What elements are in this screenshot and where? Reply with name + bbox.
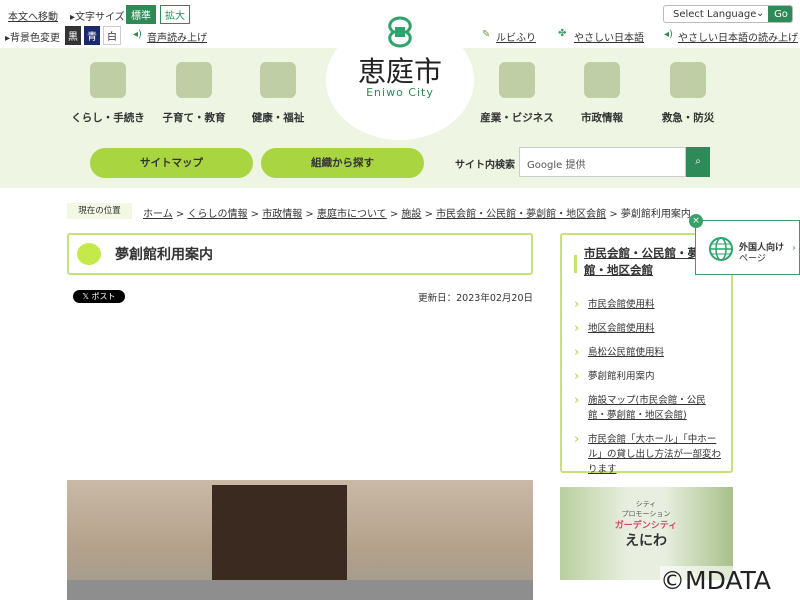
go-button[interactable]: Go bbox=[768, 6, 792, 22]
chevron-down-icon: ⌄ bbox=[756, 8, 765, 19]
sidebar-item[interactable]: 市民会館「大ホール」「中ホール」の貸し出し方法が一部変わります bbox=[574, 432, 724, 477]
breadcrumb-item[interactable]: くらしの情報 bbox=[187, 209, 247, 220]
foreign-label-2: ページ bbox=[739, 254, 766, 264]
breadcrumb-item[interactable]: 市民会館・公民館・夢創館・地区会館 bbox=[436, 209, 606, 220]
breadcrumb-item[interactable]: 恵庭市について bbox=[317, 209, 387, 220]
font-size-label: ▸文字サイズ bbox=[70, 12, 125, 23]
nav-label: 産業・ビジネス bbox=[480, 112, 554, 124]
bg-white-button[interactable]: 白 bbox=[103, 26, 121, 45]
nav-label: 子育て・教育 bbox=[162, 112, 226, 124]
close-icon[interactable]: × bbox=[689, 214, 703, 228]
bg-black-button[interactable]: 黒 bbox=[65, 26, 81, 45]
sidebar-title-bar bbox=[574, 255, 577, 273]
nav-label: くらし・手続き bbox=[71, 112, 145, 124]
x-icon: 𝕏 bbox=[82, 292, 92, 301]
easy-japanese-link[interactable]: やさしい日本語 bbox=[574, 29, 644, 44]
city-hall-icon bbox=[584, 62, 620, 98]
bg-blue-button[interactable]: 青 bbox=[84, 26, 100, 45]
banner-text: シティ bbox=[635, 500, 657, 508]
pen-icon: ✎ bbox=[482, 29, 491, 40]
search-placeholder: Google 提供 bbox=[527, 160, 586, 171]
nav-label: 救急・防災 bbox=[661, 112, 715, 124]
search-input[interactable]: Google 提供 bbox=[519, 147, 686, 177]
breadcrumb-current: 夢創館利用案内 bbox=[620, 209, 691, 220]
document-pen-icon bbox=[90, 62, 126, 98]
building-photo bbox=[67, 480, 533, 600]
page-title-icon bbox=[77, 243, 101, 265]
nav-health[interactable]: 健康・福祉 bbox=[235, 62, 321, 125]
sidebar-item-current: 夢創館利用案内 bbox=[574, 369, 724, 384]
font-standard-button[interactable]: 標準 bbox=[126, 5, 156, 24]
handshake-icon bbox=[499, 62, 535, 98]
banner-text: プロモーション bbox=[621, 510, 671, 518]
nav-label: 市政情報 bbox=[581, 112, 623, 124]
foreign-page-link[interactable]: 外国人向け ページ › bbox=[695, 220, 800, 275]
search-label: サイト内検索 bbox=[455, 160, 515, 171]
banner-text: ガーデンシティ bbox=[614, 521, 678, 531]
ruby-link[interactable]: ルビふり bbox=[496, 29, 536, 44]
watermark: ©MDATA bbox=[660, 566, 771, 595]
font-large-button[interactable]: 拡大 bbox=[160, 5, 190, 24]
nav-business[interactable]: 産業・ビジネス bbox=[474, 62, 560, 125]
post-label: ポスト bbox=[91, 292, 116, 301]
sidebar-item[interactable]: 地区会館使用料 bbox=[574, 321, 724, 336]
city-name: 恵庭市 bbox=[357, 55, 442, 88]
breadcrumb-item[interactable]: 施設 bbox=[401, 209, 421, 220]
breadcrumb-home[interactable]: ホーム bbox=[143, 209, 173, 220]
sidebar-item[interactable]: 施設マップ(市民会館・公民館・夢創館・地区会館) bbox=[574, 393, 724, 423]
ambulance-icon bbox=[670, 62, 706, 98]
easy-japanese-speech-link[interactable]: やさしい日本語の読み上げ bbox=[678, 29, 798, 44]
chevron-right-icon: › bbox=[792, 243, 796, 254]
language-select-value: Select Language bbox=[673, 9, 757, 20]
logo[interactable]: 恵庭市 Eniwo City bbox=[326, 16, 474, 140]
sidebar-item[interactable]: 島松公民館使用料 bbox=[574, 345, 724, 360]
city-name-en: Eniwo City bbox=[366, 86, 434, 99]
search-icon: ⌕ bbox=[695, 156, 701, 167]
exercise-icon bbox=[260, 62, 296, 98]
nav-label: 健康・福祉 bbox=[251, 112, 305, 124]
globe-icon bbox=[709, 237, 733, 261]
updated-date: 更新日：2023年02月20日 bbox=[418, 293, 533, 304]
page-title-box: 夢創館利用案内 bbox=[67, 233, 533, 275]
city-emblem-icon bbox=[388, 16, 412, 48]
org-search-button[interactable]: 組織から探す bbox=[261, 148, 424, 178]
sidebar-item[interactable]: 市民会館使用料 bbox=[574, 297, 724, 312]
speaker-icon: ◂) bbox=[133, 29, 142, 40]
clover-icon: ✤ bbox=[558, 28, 567, 39]
bg-color-label: ▸背景色変更 bbox=[5, 33, 61, 44]
sitemap-button[interactable]: サイトマップ bbox=[90, 148, 253, 178]
road bbox=[67, 580, 533, 600]
breadcrumb-item[interactable]: 市政情報 bbox=[262, 209, 302, 220]
speaker-icon: ◂) bbox=[664, 29, 673, 40]
nav-emergency[interactable]: 救急・防災 bbox=[645, 62, 731, 125]
language-select[interactable]: Select Language ⌄ Go bbox=[663, 5, 793, 23]
nav-living[interactable]: くらし・手続き bbox=[65, 62, 151, 125]
nav-childcare[interactable]: 子育て・教育 bbox=[151, 62, 237, 125]
page-title: 夢創館利用案内 bbox=[115, 247, 213, 263]
speech-link[interactable]: 音声読み上げ bbox=[147, 29, 207, 44]
nav-city-info[interactable]: 市政情報 bbox=[559, 62, 645, 125]
stroller-icon bbox=[176, 62, 212, 98]
x-post-button[interactable]: 𝕏 ポスト bbox=[73, 290, 125, 303]
building-entrance bbox=[212, 485, 347, 585]
banner-text: えにわ bbox=[625, 533, 667, 549]
search-button[interactable]: ⌕ bbox=[686, 147, 710, 177]
skip-link[interactable]: 本文へ移動 bbox=[8, 8, 58, 23]
breadcrumb-label: 現在の位置 bbox=[67, 203, 132, 219]
breadcrumb: ホーム > くらしの情報 > 市政情報 > 恵庭市について > 施設 > 市民会… bbox=[143, 209, 691, 220]
